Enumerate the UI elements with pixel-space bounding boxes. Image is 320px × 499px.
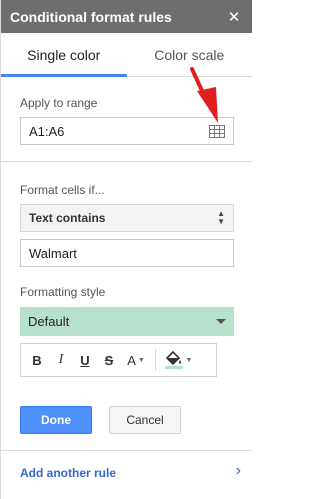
divider (1, 161, 252, 162)
condition-input-text: Walmart (29, 245, 77, 261)
cancel-button[interactable]: Cancel (109, 406, 181, 434)
add-another-rule-link[interactable]: Add another rule (20, 466, 116, 480)
paint-bucket-icon (164, 351, 183, 369)
chevron-down-icon (216, 319, 226, 324)
text-color-button[interactable]: A ▼ (121, 348, 151, 372)
underline-button[interactable]: U (73, 348, 97, 372)
annotation-arrow-icon (190, 67, 218, 123)
select-arrows-icon: ▲ ▼ (217, 209, 225, 226)
close-icon[interactable]: ✕ (222, 8, 246, 26)
format-cells-label: Format cells if... (20, 183, 105, 197)
conditional-format-panel: Conditional format rules ✕ Single color … (0, 0, 252, 499)
divider (1, 450, 252, 451)
chevron-down-icon: ▼ (185, 356, 193, 364)
done-button[interactable]: Done (20, 406, 92, 434)
range-value: A1:A6 (29, 123, 65, 139)
condition-select[interactable]: Text contains ▲ ▼ (20, 204, 234, 232)
text-color-icon: A (127, 352, 136, 368)
formatting-style-value: Default (28, 314, 70, 329)
condition-value: Text contains (29, 211, 106, 225)
italic-button[interactable]: I (49, 348, 73, 372)
tab-single-color[interactable]: Single color (1, 33, 127, 77)
bold-button[interactable]: B (25, 348, 49, 372)
chevron-right-icon[interactable]: › (236, 462, 241, 480)
strikethrough-button[interactable]: S (97, 348, 121, 372)
chevron-down-icon: ▼ (137, 356, 145, 364)
panel-header: Conditional format rules ✕ (1, 0, 252, 33)
fill-color-button[interactable]: ▼ (160, 348, 196, 372)
formatting-style-label: Formatting style (20, 285, 106, 299)
condition-value-input[interactable]: Walmart (20, 239, 234, 267)
apply-range-label: Apply to range (20, 96, 98, 110)
toolbar-divider (155, 349, 156, 371)
panel-title: Conditional format rules (10, 8, 172, 25)
format-toolbar: B I U S A ▼ ▼ (20, 343, 217, 377)
formatting-style-select[interactable]: Default (20, 307, 234, 336)
